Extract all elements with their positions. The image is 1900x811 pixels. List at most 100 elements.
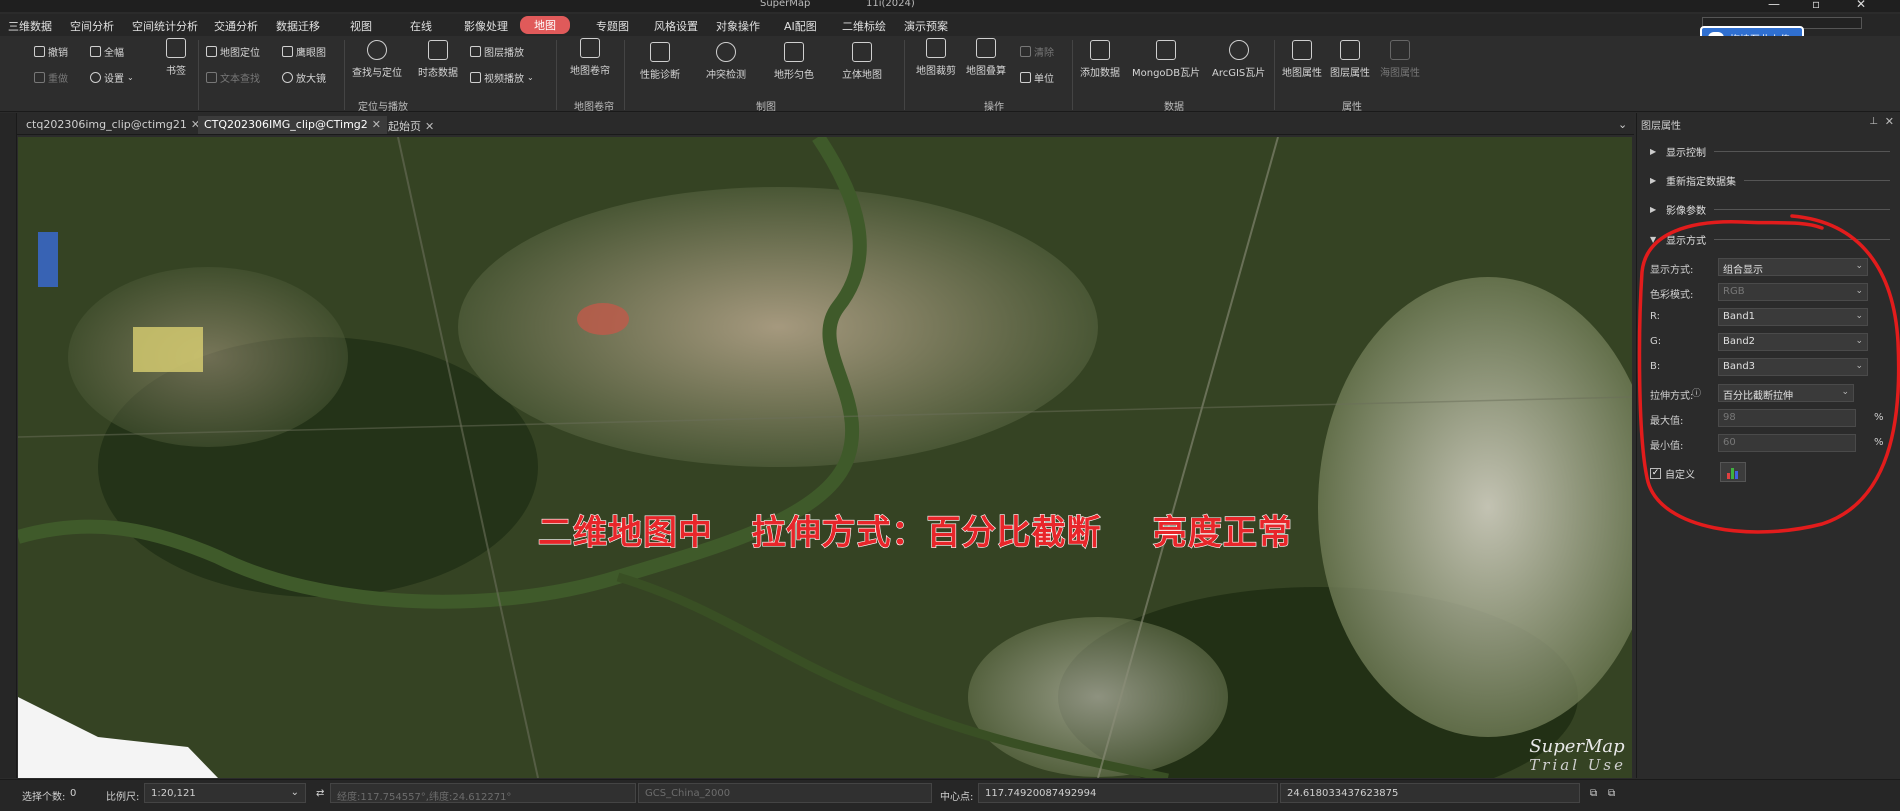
- map-props-icon: [1292, 40, 1312, 60]
- text-find-button[interactable]: 文本查找: [206, 70, 260, 85]
- red-circle-annotation: [1637, 214, 1900, 534]
- crs-display: GCS_China_2000: [638, 783, 932, 803]
- divider: [344, 40, 345, 110]
- map-roll-button[interactable]: 地图卷帘: [570, 38, 610, 77]
- find-locate-button[interactable]: 查找与定位: [352, 40, 402, 79]
- coordinate-display: 经度:117.754557°,纬度:24.612271°: [330, 783, 636, 803]
- center-label: 中心点:: [940, 792, 974, 803]
- app-window: SuperMap 11i(2024) — ▫ ✕ 三维数据 空间分析 空间统计分…: [0, 0, 1900, 811]
- bookmark-button[interactable]: 书签: [166, 38, 186, 77]
- eagle-eye-button[interactable]: 鹰眼图: [282, 44, 326, 59]
- menu-ai[interactable]: AI配图: [784, 18, 817, 34]
- watermark: SuperMap Trial Use: [1529, 736, 1626, 775]
- unit-button[interactable]: 单位: [1020, 70, 1054, 85]
- map-overlay-button[interactable]: 地图叠算: [966, 38, 1006, 77]
- menu-image[interactable]: 影像处理: [464, 18, 508, 34]
- swap-icon[interactable]: ⇄: [316, 788, 324, 799]
- scale-select[interactable]: 1:20,121 ⌄: [144, 783, 306, 803]
- menu-3d-data[interactable]: 三维数据: [8, 18, 52, 34]
- settings-button[interactable]: 设置 ⌄: [90, 70, 134, 85]
- chart-props-icon: [1390, 40, 1410, 60]
- tab-ctq-clip-1[interactable]: ctq202306img_clip@ctimg21 ✕: [20, 116, 206, 134]
- menu-demo[interactable]: 演示预案: [904, 18, 948, 34]
- annotation-text: 二维地图中 拉伸方式：百分比截断 亮度正常: [537, 512, 1293, 553]
- overview-icon: [282, 46, 293, 57]
- section-display-control[interactable]: ▶ 显示控制: [1650, 144, 1890, 159]
- close-icon[interactable]: ✕: [425, 120, 434, 133]
- close-icon[interactable]: ✕: [372, 118, 381, 131]
- group-label-data: 数据: [1164, 102, 1184, 113]
- panel-title: 图层属性: [1641, 121, 1681, 132]
- menu-object[interactable]: 对象操作: [716, 18, 760, 34]
- add-data-button[interactable]: 添加数据: [1080, 40, 1120, 79]
- stereo-map-button[interactable]: 立体地图: [842, 42, 882, 81]
- maximize-icon[interactable]: ▫: [1812, 0, 1820, 11]
- menu-plot[interactable]: 二维标绘: [842, 18, 886, 34]
- group-label-ops: 操作: [984, 102, 1004, 113]
- conflict-icon: [716, 42, 736, 62]
- chart-props-button[interactable]: 海图属性: [1380, 40, 1420, 79]
- terrain-color-button[interactable]: 地形匀色: [774, 42, 814, 81]
- arcgis-icon: [1228, 40, 1249, 60]
- menu-spatial-stat[interactable]: 空间统计分析: [132, 18, 198, 34]
- redo-button[interactable]: 重做: [34, 70, 68, 85]
- map-clip-button[interactable]: 地图裁剪: [916, 38, 956, 77]
- video-play-button[interactable]: 视频播放 ⌄: [470, 70, 534, 85]
- divider: [556, 40, 557, 110]
- chevron-down-icon: ⌄: [290, 787, 299, 798]
- temporal-data-button[interactable]: 时态数据: [418, 40, 458, 79]
- layer-play-button[interactable]: 图层播放: [470, 44, 524, 59]
- performance-button[interactable]: 性能诊断: [640, 42, 680, 81]
- redo-icon: [34, 72, 45, 83]
- center-y-input[interactable]: 24.618033437623875: [1280, 783, 1580, 803]
- menu-traffic[interactable]: 交通分析: [214, 18, 258, 34]
- divider: [198, 40, 199, 110]
- full-extent-button[interactable]: 全幅: [90, 44, 124, 59]
- menu-thematic[interactable]: 专题图: [596, 18, 629, 34]
- magnifier-button[interactable]: 放大镜: [282, 70, 326, 85]
- center-x-input[interactable]: 117.74920087492994: [978, 783, 1278, 803]
- terrain-icon: [784, 42, 804, 62]
- left-dock-strip: [0, 113, 17, 778]
- app-title: SuperMap: [760, 0, 811, 9]
- unit-icon: [1020, 72, 1031, 83]
- undo-button[interactable]: 撤销: [34, 44, 68, 59]
- menu-spatial-analysis[interactable]: 空间分析: [70, 18, 114, 34]
- map-locate-button[interactable]: 地图定位: [206, 44, 260, 59]
- tab-start-page[interactable]: 起始页 ✕: [382, 116, 440, 134]
- divider: [904, 40, 905, 110]
- mongodb-tile-button[interactable]: MongoDB瓦片: [1132, 40, 1200, 79]
- minimize-icon[interactable]: —: [1768, 0, 1780, 11]
- overlay-icon: [976, 38, 996, 58]
- group-label-play: 定位与播放: [358, 102, 408, 113]
- arcgis-tile-button[interactable]: ArcGIS瓦片: [1212, 40, 1265, 79]
- tab-ctq-clip-2[interactable]: CTQ202306IMG_clip@CTimg2 ✕: [198, 116, 387, 134]
- map-props-button[interactable]: 地图属性: [1282, 40, 1322, 79]
- copy-icon[interactable]: ⧉: [1590, 788, 1597, 799]
- divider: [624, 40, 625, 110]
- status-bar: 选择个数: 0 比例尺: 1:20,121 ⌄ ⇄ 经度:117.754557°,…: [0, 779, 1900, 811]
- video-icon: [470, 72, 481, 83]
- close-icon[interactable]: ✕: [1856, 0, 1866, 11]
- pin-icon[interactable]: ⊥: [1869, 116, 1878, 127]
- menu-migration[interactable]: 数据迁移: [276, 18, 320, 34]
- group-label-props: 属性: [1342, 102, 1362, 113]
- conflict-button[interactable]: 冲突检测: [706, 42, 746, 81]
- menu-online[interactable]: 在线: [410, 18, 432, 34]
- satellite-imagery: [18, 137, 1632, 778]
- layer-props-icon: [1340, 40, 1360, 60]
- paste-icon[interactable]: ⧉: [1608, 788, 1615, 799]
- layer-props-button[interactable]: 图层属性: [1330, 40, 1370, 79]
- group-label-draw: 制图: [756, 102, 776, 113]
- menu-view[interactable]: 视图: [350, 18, 372, 34]
- menu-map[interactable]: 地图: [520, 16, 570, 34]
- ribbon: 撤销 重做 全幅 设置 ⌄ 书签 地图定位 文本查找 鹰眼图 放大镜 查找与定位 …: [0, 36, 1900, 113]
- clear-button[interactable]: 清除: [1020, 44, 1054, 59]
- close-icon[interactable]: ✕: [1885, 115, 1894, 128]
- bookmark-icon: [166, 38, 186, 58]
- selection-count-label: 选择个数:: [22, 792, 66, 803]
- chevron-down-icon[interactable]: ⌄: [1612, 116, 1633, 134]
- map-view[interactable]: 二维地图中 拉伸方式：百分比截断 亮度正常 SuperMap Trial Use: [18, 137, 1632, 778]
- menu-style[interactable]: 风格设置: [654, 18, 698, 34]
- section-respecify-dataset[interactable]: ▶ 重新指定数据集: [1650, 173, 1890, 188]
